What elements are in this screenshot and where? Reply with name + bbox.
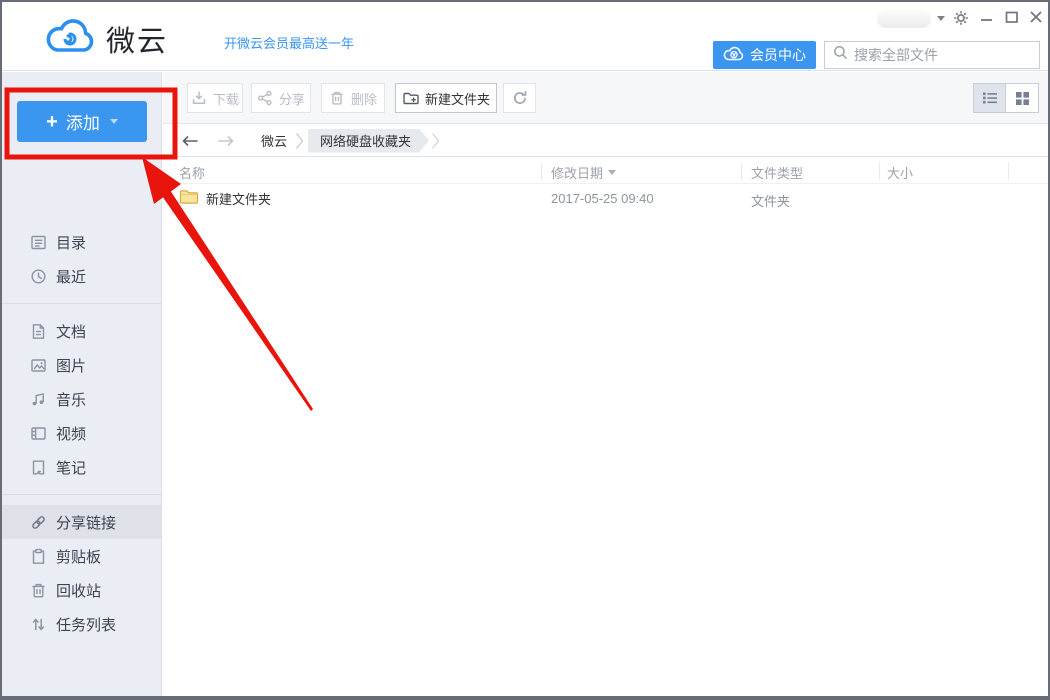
new-folder-button-label: 新建文件夹 (425, 89, 490, 108)
gear-icon[interactable] (953, 10, 969, 26)
file-modified: 2017-05-25 09:40 (551, 191, 654, 206)
sidebar-item-recycle-bin[interactable]: 回收站 (2, 573, 161, 607)
sidebar-item-label: 音乐 (56, 389, 86, 410)
column-header-size[interactable]: 大小 (887, 163, 913, 182)
refresh-button[interactable] (503, 83, 536, 113)
file-name: 新建文件夹 (206, 189, 271, 208)
sidebar-separator (2, 303, 161, 304)
vip-cloud-icon (723, 46, 745, 65)
column-header-type[interactable]: 文件类型 (751, 163, 803, 182)
plus-icon: + (46, 112, 58, 132)
share-button[interactable]: 分享 (251, 83, 311, 113)
sidebar-item-label: 最近 (56, 266, 86, 287)
sidebar-item-clipboard[interactable]: 剪贴板 (2, 539, 161, 573)
delete-button-label: 删除 (351, 89, 377, 108)
promo-link[interactable]: 开微云会员最高送一年 (224, 33, 354, 52)
toolbar: 下载 分享 删除 新建文件夹 (163, 72, 1048, 124)
folder-icon (179, 188, 199, 208)
sidebar-item-notes[interactable]: 笔记 (2, 450, 161, 484)
sidebar-separator (2, 494, 161, 495)
column-separator (541, 162, 542, 180)
add-button[interactable]: + 添加 (17, 101, 147, 142)
cloud-logo-icon (44, 14, 96, 63)
search-icon (833, 45, 848, 65)
sidebar-item-label: 分享链接 (56, 512, 116, 533)
column-header-name[interactable]: 名称 (179, 163, 205, 182)
chevron-right-icon (295, 132, 304, 150)
file-name-cell: 新建文件夹 (179, 188, 271, 208)
download-button-label: 下载 (213, 89, 239, 108)
delete-button[interactable]: 删除 (321, 83, 385, 113)
sidebar-item-documents[interactable]: 文档 (2, 314, 161, 348)
add-dropdown-caret-icon (110, 119, 118, 124)
sidebar-item-videos[interactable]: 视频 (2, 416, 161, 450)
app-header: 微云 开微云会员最高送一年 会员中心 (2, 2, 1048, 71)
add-button-label: 添加 (66, 109, 100, 134)
new-folder-button[interactable]: 新建文件夹 (395, 83, 497, 113)
main-content: 下载 分享 删除 新建文件夹 (163, 72, 1048, 696)
account-dropdown-caret[interactable] (937, 16, 945, 21)
list-view-button[interactable] (973, 83, 1006, 113)
column-separator (741, 162, 742, 180)
breadcrumb-item-root[interactable]: 微云 (261, 131, 287, 150)
sidebar-item-pictures[interactable]: 图片 (2, 348, 161, 382)
sidebar-item-label: 图片 (56, 355, 86, 376)
forward-arrow-icon[interactable] (217, 134, 235, 148)
vip-button-label: 会员中心 (750, 45, 806, 65)
view-toggle (973, 83, 1039, 113)
column-separator (879, 162, 880, 180)
sort-descending-icon (608, 170, 616, 175)
weiyun-app-window: 微云 开微云会员最高送一年 会员中心 (0, 0, 1050, 700)
file-list-header: 名称 修改日期 文件类型 大小 (163, 158, 1048, 184)
sidebar-item-label: 任务列表 (56, 614, 116, 635)
back-arrow-icon[interactable] (181, 134, 199, 148)
weiyun-logo: 微云 (44, 14, 168, 63)
sidebar-item-music[interactable]: 音乐 (2, 382, 161, 416)
file-row[interactable]: 新建文件夹 2017-05-25 09:40 文件夹 (163, 184, 1048, 214)
grid-view-button[interactable] (1006, 83, 1039, 113)
sidebar-item-label: 笔记 (56, 457, 86, 478)
file-type: 文件夹 (751, 191, 790, 210)
sidebar-item-task-list[interactable]: 任务列表 (2, 607, 161, 641)
sidebar-item-directory[interactable]: 目录 (2, 225, 161, 259)
search-input[interactable] (854, 47, 1035, 63)
column-separator (1008, 162, 1009, 180)
breadcrumb: 微云 网络硬盘收藏夹 (163, 125, 1048, 157)
column-header-modified[interactable]: 修改日期 (551, 163, 616, 182)
sidebar-item-label: 目录 (56, 232, 86, 253)
sidebar-item-label: 剪贴板 (56, 546, 101, 567)
share-button-label: 分享 (279, 89, 305, 108)
sidebar-item-label: 视频 (56, 423, 86, 444)
logo-text: 微云 (106, 18, 168, 60)
sidebar-item-label: 文档 (56, 321, 86, 342)
sidebar-item-label: 回收站 (56, 580, 101, 601)
download-button[interactable]: 下载 (187, 83, 243, 113)
minimize-icon[interactable] (980, 12, 996, 28)
vip-center-button[interactable]: 会员中心 (713, 41, 816, 69)
sidebar-item-share-links[interactable]: 分享链接 (2, 505, 161, 539)
maximize-icon[interactable] (1005, 10, 1021, 26)
breadcrumb-item-current[interactable]: 网络硬盘收藏夹 (308, 129, 429, 153)
sidebar-item-recent[interactable]: 最近 (2, 259, 161, 293)
search-box[interactable] (824, 41, 1040, 69)
chevron-right-icon (431, 132, 440, 150)
close-icon[interactable] (1029, 10, 1045, 26)
sidebar: + 添加 目录 最近 文档 (2, 72, 162, 696)
account-blurred[interactable] (877, 9, 931, 28)
